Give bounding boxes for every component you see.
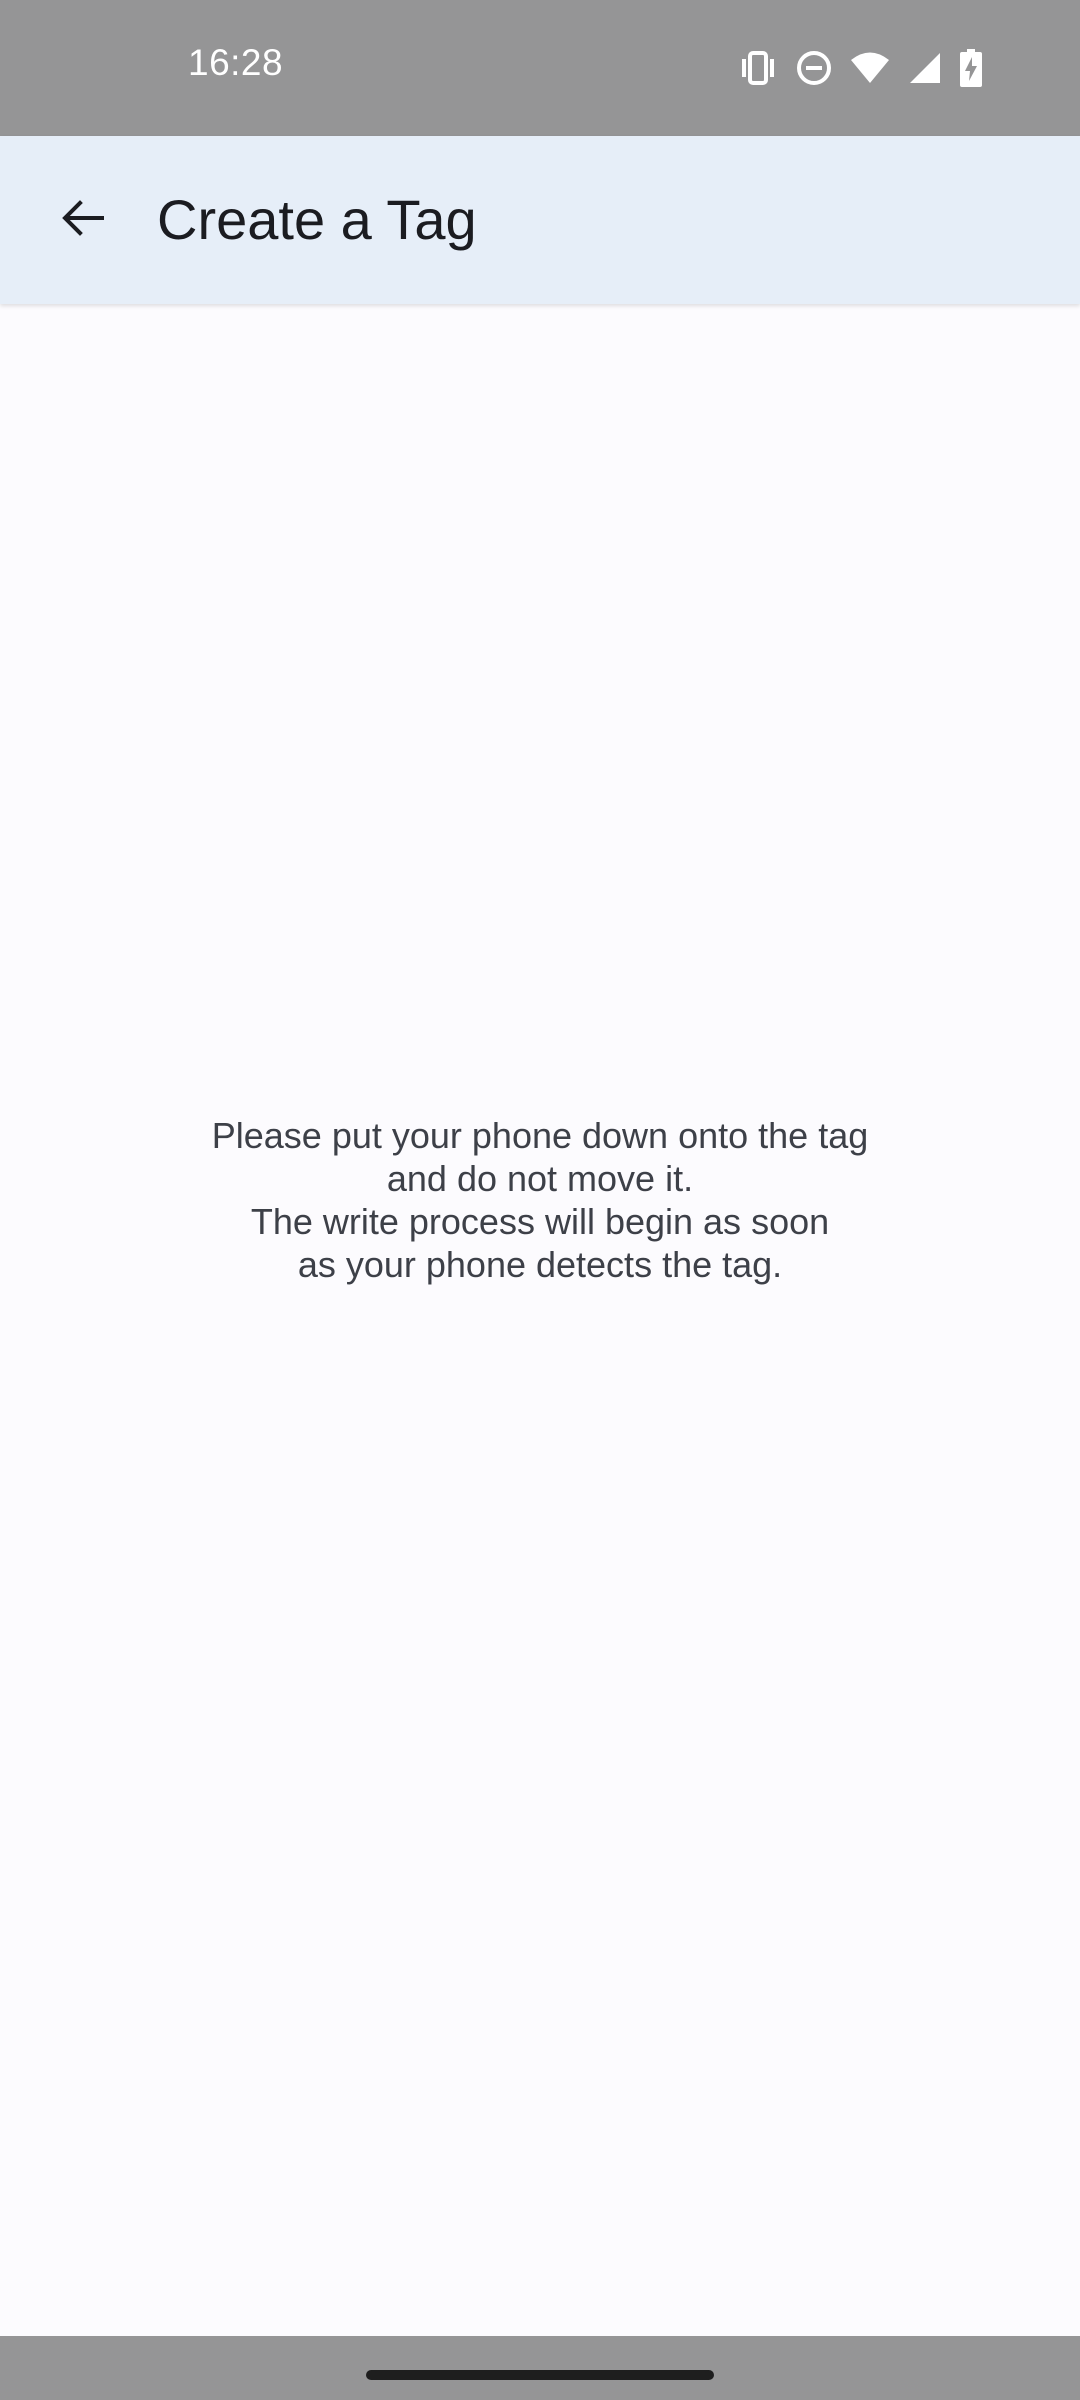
battery-charging-icon [960, 49, 982, 87]
navigation-bar [0, 2336, 1080, 2400]
page-title: Create a Tag [157, 188, 477, 251]
back-button[interactable] [34, 172, 130, 268]
instruction-text: Please put your phone down onto the tag … [211, 1115, 869, 1285]
cell-signal-icon [908, 51, 942, 85]
status-bar: 16:28 [0, 0, 1080, 136]
vibrate-icon [738, 50, 778, 86]
arrow-back-icon [58, 194, 106, 247]
status-icons [738, 46, 982, 90]
status-time: 16:28 [188, 42, 284, 83]
do-not-disturb-icon [796, 50, 832, 86]
app-bar: Create a Tag [0, 136, 1080, 304]
wifi-icon [850, 51, 890, 85]
home-indicator[interactable] [366, 2370, 714, 2380]
main-content: Please put your phone down onto the tag … [0, 304, 1080, 2336]
